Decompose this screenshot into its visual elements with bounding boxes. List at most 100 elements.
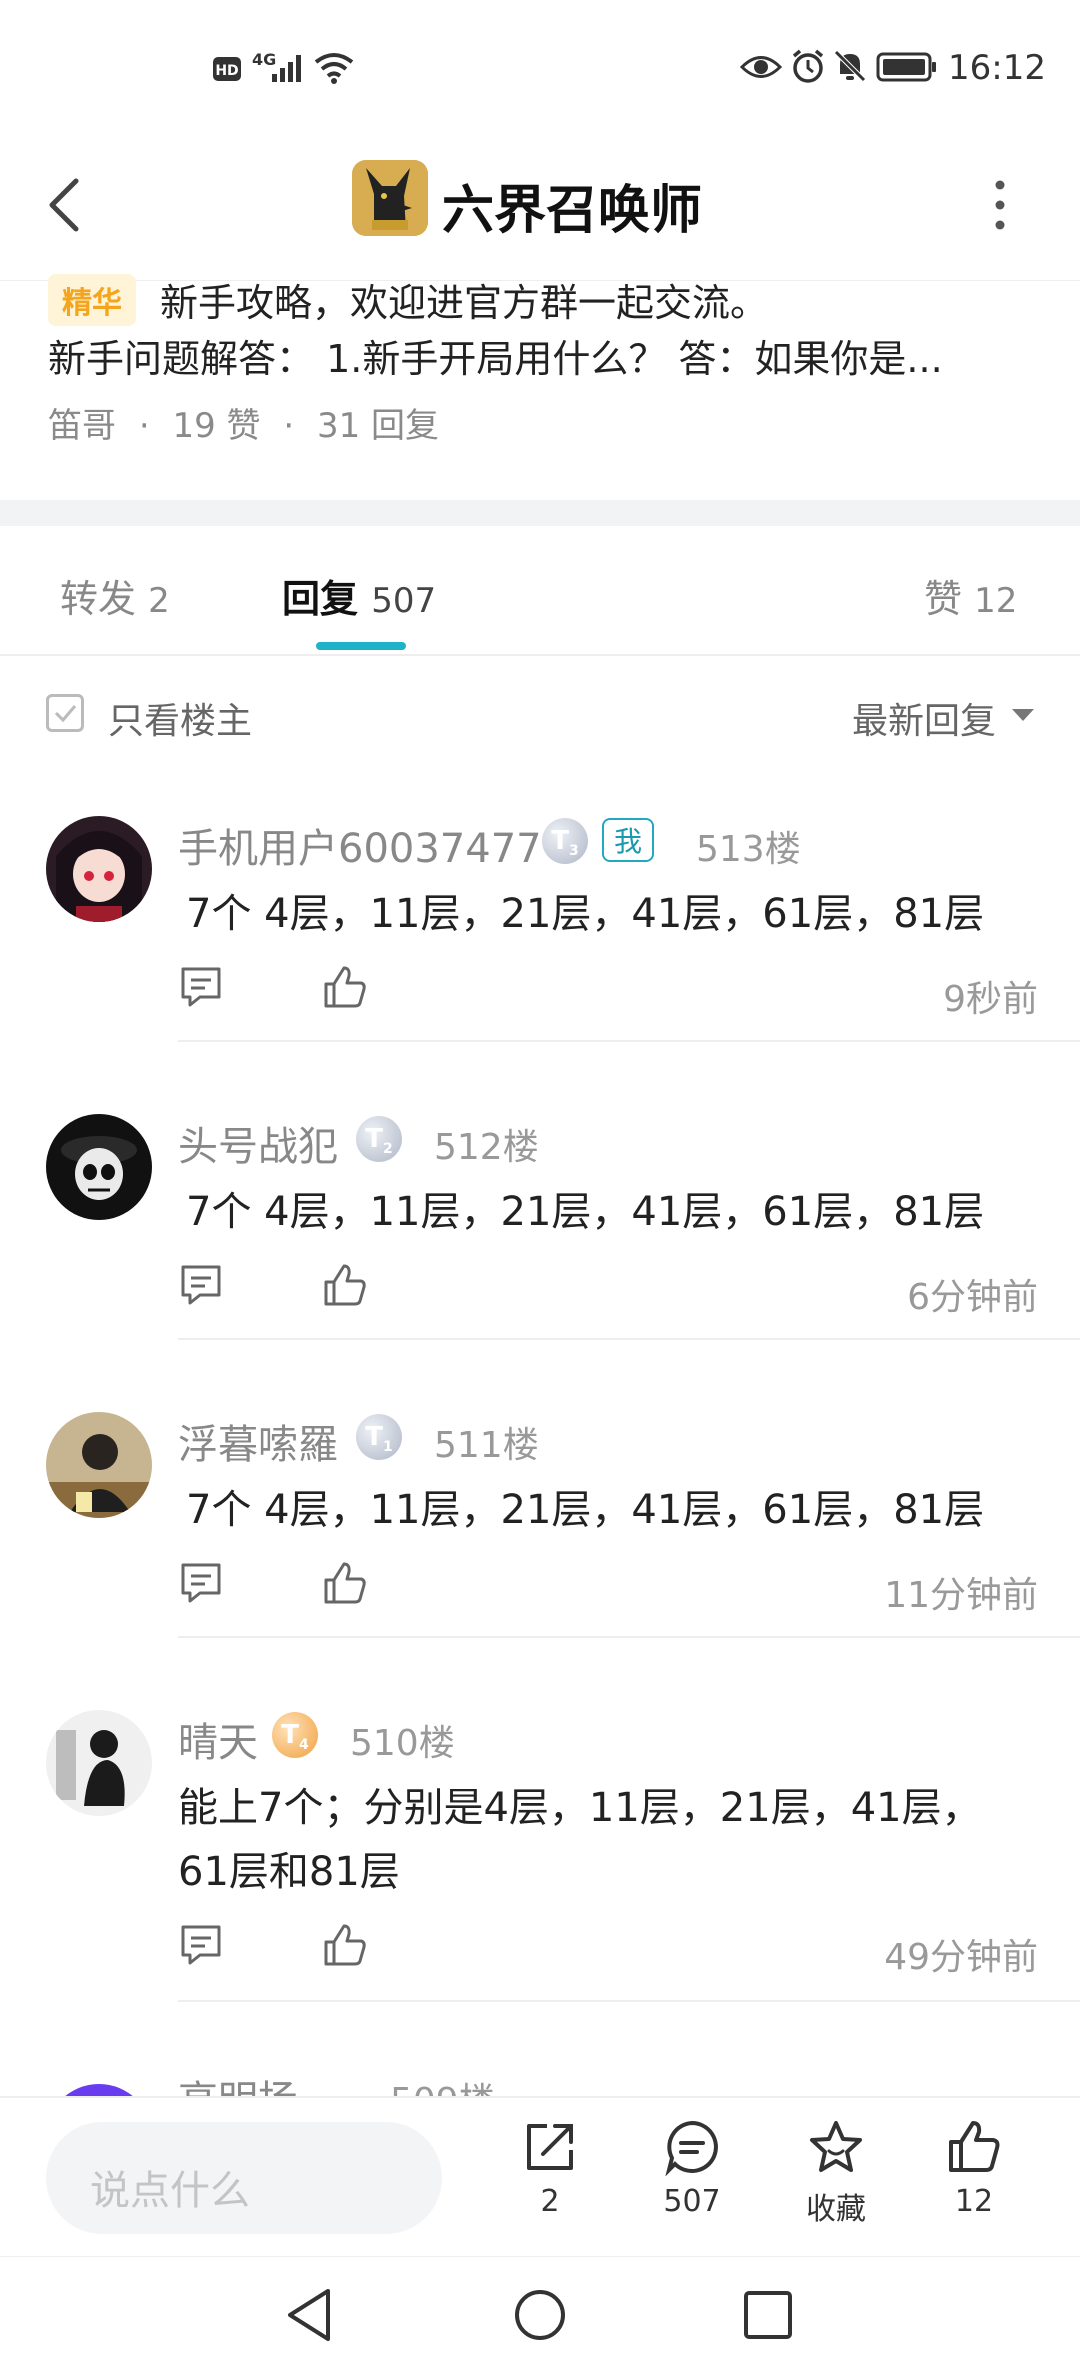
comment-bubble-icon <box>665 2120 718 2176</box>
comment-icon[interactable] <box>178 964 224 1014</box>
meta-dot: · <box>283 406 295 446</box>
nav-home-button[interactable] <box>512 2287 568 2347</box>
avatar[interactable] <box>46 816 152 922</box>
clock: 16:12 <box>948 48 1046 88</box>
svg-text:HD: HD <box>215 63 238 79</box>
avatar[interactable] <box>46 2084 152 2096</box>
post-meta: 笛哥 · 19 赞 · 31 回复 <box>48 398 439 447</box>
skull-avatar-icon <box>46 1114 152 1220</box>
reply-username[interactable]: 手机用户60037477 <box>178 816 542 874</box>
back-button[interactable] <box>40 165 100 245</box>
favorite-label: 收藏 <box>806 2192 866 2227</box>
reply-item[interactable]: 高明扬 509楼 <box>0 2072 1080 2096</box>
level-badge: T3 <box>542 818 588 864</box>
thumbs-up-icon[interactable] <box>322 1262 368 1312</box>
only-op-label[interactable]: 只看楼主 <box>108 692 252 744</box>
reply-item[interactable]: 浮暮嗦羅 T1 511楼 7个 4层，11层，21层，41层，61层，81层 1… <box>0 1412 1080 1636</box>
mute-bell-icon <box>832 48 868 84</box>
thumbs-up-icon[interactable] <box>322 1922 368 1972</box>
tab-bar: 转发 2 回复 507 赞 12 <box>0 526 1080 656</box>
reply-content: 7个 4层，11层，21层，41层，61层，81层 <box>186 1189 985 1235</box>
comment-icon[interactable] <box>178 1560 224 1610</box>
reply-timestamp: 11分钟前 <box>884 1575 1038 1616</box>
reply-username[interactable]: 头号战犯 <box>178 1114 338 1172</box>
reply-username[interactable]: 浮暮嗦羅 <box>178 1412 338 1470</box>
status-bar: HD 4G 16:12 <box>0 0 1080 130</box>
share-icon <box>527 2124 573 2170</box>
post-author: 笛哥 <box>48 406 116 446</box>
avatar[interactable] <box>46 1114 152 1220</box>
tab-replies[interactable]: 回复 507 <box>282 568 436 623</box>
thumbs-up-icon[interactable] <box>322 964 368 1014</box>
tab-count: 12 <box>974 581 1018 621</box>
reply-line: 能上7个；分别是4层，11层，21层，41层， <box>178 1785 982 1831</box>
reply-content: 能上7个；分别是4层，11层，21层，41层， 61层和81层 <box>178 1776 982 1904</box>
only-op-checkbox[interactable] <box>46 694 84 732</box>
tab-count: 2 <box>148 581 170 621</box>
favorite-button[interactable]: 收藏 <box>776 2118 896 2228</box>
like-button[interactable]: 12 <box>914 2118 1034 2219</box>
triangle-back-icon <box>288 2289 330 2341</box>
post-likes: 19 赞 <box>172 406 261 446</box>
tab-likes[interactable]: 赞 12 <box>924 568 1017 623</box>
forum-avatar[interactable] <box>352 160 428 236</box>
reply-timestamp: 6分钟前 <box>907 1277 1038 1318</box>
reply-item[interactable]: 头号战犯 T2 512楼 7个 4层，11层，21层，41层，61层，81层 6… <box>0 1114 1080 1338</box>
comment-input[interactable]: 说点什么 <box>46 2122 442 2234</box>
sort-dropdown[interactable]: 最新回复 <box>852 692 996 744</box>
person-photo-avatar-icon <box>46 1412 152 1518</box>
hd-icon: HD <box>212 56 242 82</box>
share-count: 2 <box>540 2184 560 2219</box>
signal-icon <box>270 52 306 84</box>
reply-timestamp: 49分钟前 <box>884 1937 1038 1978</box>
comment-icon[interactable] <box>178 1262 224 1312</box>
nav-recents-button[interactable] <box>742 2289 794 2345</box>
eye-icon <box>740 52 782 82</box>
thumbs-up-icon[interactable] <box>322 1560 368 1610</box>
star-face-icon <box>810 2121 862 2172</box>
comment-button[interactable]: 507 <box>632 2118 752 2219</box>
post-title: 新手攻略，欢迎进官方群一起交流。 <box>160 281 769 325</box>
divider <box>178 1040 1080 1042</box>
reply-actions: 9秒前 <box>178 964 1038 1024</box>
nav-back-button[interactable] <box>284 2287 334 2347</box>
chevron-down-icon[interactable] <box>1012 708 1034 727</box>
reply-content: 7个 4层，11层，21层，41层，61层，81层 <box>186 891 985 937</box>
alarm-icon <box>790 48 826 84</box>
battery-icon <box>876 52 938 82</box>
reply-username[interactable]: 高明扬 <box>178 2072 298 2096</box>
tab-label: 回复 <box>282 577 359 621</box>
share-button[interactable]: 2 <box>490 2118 610 2219</box>
more-options-button[interactable] <box>980 175 1020 235</box>
back-arrow-icon <box>49 178 79 232</box>
me-tag: 我 <box>602 818 655 862</box>
more-vertical-icon <box>995 180 1005 230</box>
level-badge: T1 <box>356 1414 402 1460</box>
comment-icon[interactable] <box>178 1922 224 1972</box>
post-reply-count: 31 回复 <box>316 406 440 446</box>
floor-number: 509楼 <box>390 2072 495 2096</box>
tab-label: 转发 <box>60 577 137 621</box>
divider <box>178 1338 1080 1340</box>
comment-count: 507 <box>663 2184 721 2219</box>
system-navigation-bar <box>0 2256 1080 2377</box>
floor-number: 512楼 <box>434 1127 539 1168</box>
reply-username[interactable]: 晴天 <box>178 1710 258 1768</box>
bottom-action-bar: 说点什么 2 507 收藏 12 <box>0 2096 1080 2258</box>
comment-input-placeholder: 说点什么 <box>90 2168 250 2214</box>
floor-number: 511楼 <box>434 1425 539 1466</box>
avatar[interactable] <box>46 1412 152 1518</box>
pinned-post[interactable]: 精华 新手攻略，欢迎进官方群一起交流。 新手问题解答： 1.新手开局用什么？ 答… <box>0 274 1080 500</box>
reply-item[interactable]: 手机用户60037477 T3 我 513楼 7个 4层，11层，21层，41层… <box>0 816 1080 1040</box>
reply-content: 7个 4层，11层，21层，41层，61层，81层 <box>186 1487 985 1533</box>
reply-actions: 11分钟前 <box>178 1560 1038 1620</box>
floor-number: 510楼 <box>350 1723 455 1764</box>
avatar[interactable] <box>46 1710 152 1816</box>
anime-girl-avatar-icon <box>46 816 152 922</box>
post-excerpt: 新手问题解答： 1.新手开局用什么？ 答：如果你是... <box>48 337 943 381</box>
reply-timestamp: 9秒前 <box>943 979 1038 1020</box>
featured-badge: 精华 <box>48 274 136 326</box>
tab-forward[interactable]: 转发 2 <box>60 568 170 623</box>
forum-title: 六界召唤师 <box>442 181 703 241</box>
reply-item[interactable]: 晴天 T4 510楼 能上7个；分别是4层，11层，21层，41层， 61层和8… <box>0 1710 1080 2000</box>
